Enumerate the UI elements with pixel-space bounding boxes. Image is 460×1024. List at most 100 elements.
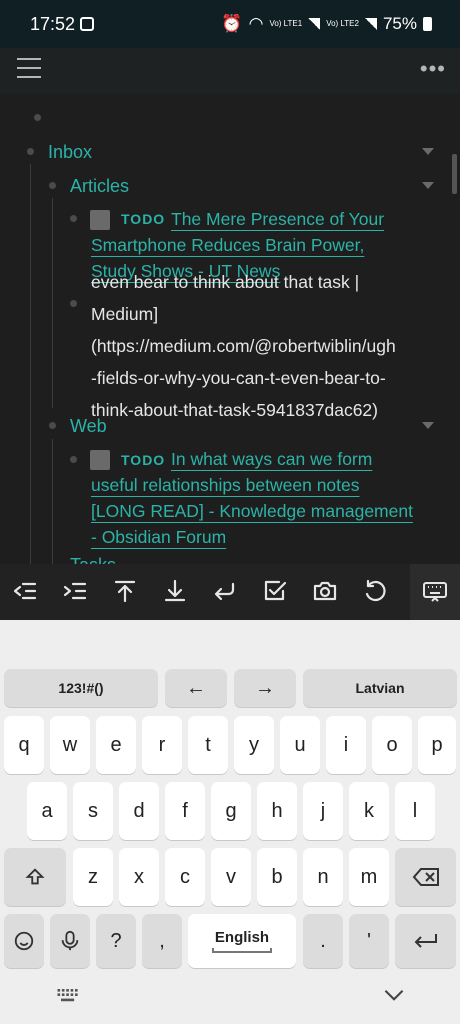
key-w[interactable]: w bbox=[50, 716, 90, 774]
key-g[interactable]: g bbox=[211, 782, 251, 840]
empty-bullet[interactable] bbox=[34, 114, 41, 121]
todo-checkbox[interactable] bbox=[90, 210, 110, 230]
collapse-chevron-icon[interactable] bbox=[422, 182, 434, 189]
keyboard-toggle-button[interactable] bbox=[410, 564, 460, 620]
key-x[interactable]: x bbox=[119, 848, 159, 906]
period-key[interactable]: . bbox=[303, 914, 343, 968]
key-j[interactable]: j bbox=[303, 782, 343, 840]
shift-icon bbox=[25, 868, 45, 885]
editing-bullet[interactable] bbox=[70, 300, 77, 307]
hide-keyboard-chevron-icon[interactable] bbox=[383, 989, 405, 1001]
key-k[interactable]: k bbox=[349, 782, 389, 840]
inbox-bullet[interactable] bbox=[27, 148, 34, 155]
outdent-icon[interactable] bbox=[8, 574, 42, 608]
menu-icon[interactable] bbox=[17, 58, 41, 78]
key-v[interactable]: v bbox=[211, 848, 251, 906]
emoji-icon bbox=[14, 931, 34, 951]
web-link-line[interactable]: useful relationships between notes bbox=[91, 472, 413, 498]
scrollbar[interactable] bbox=[452, 154, 457, 194]
web-link-line[interactable]: - Obsidian Forum bbox=[91, 524, 413, 550]
collapse-chevron-icon[interactable] bbox=[422, 148, 434, 155]
keyboard-switch-icon[interactable] bbox=[57, 989, 79, 1003]
web-todo-bullet[interactable] bbox=[70, 456, 77, 463]
article-link[interactable]: The Mere Presence of Your bbox=[171, 206, 384, 232]
comma-key[interactable]: , bbox=[142, 914, 182, 968]
more-options-icon[interactable]: ••• bbox=[420, 56, 446, 82]
editing-line[interactable]: think-about-that-task-5941837dac62) bbox=[91, 394, 396, 426]
indent-guide bbox=[52, 439, 53, 564]
editing-line[interactable]: even bear to think about that task | bbox=[91, 266, 396, 298]
article-todo-bullet[interactable] bbox=[70, 215, 77, 222]
key-q[interactable]: q bbox=[4, 716, 44, 774]
move-up-icon[interactable] bbox=[108, 574, 142, 608]
undo-icon[interactable] bbox=[358, 574, 392, 608]
web-link-line[interactable]: In what ways can we form bbox=[171, 446, 372, 472]
soft-keyboard: 123!#() ← → Latvian q w e r t y u i o p … bbox=[0, 620, 460, 1024]
key-r[interactable]: r bbox=[142, 716, 182, 774]
key-y[interactable]: y bbox=[234, 716, 274, 774]
indent-icon[interactable] bbox=[58, 574, 92, 608]
key-m[interactable]: m bbox=[349, 848, 389, 906]
key-o[interactable]: o bbox=[372, 716, 412, 774]
backspace-key[interactable] bbox=[395, 848, 456, 906]
tasks-heading[interactable]: Tasks bbox=[70, 555, 116, 564]
key-n[interactable]: n bbox=[303, 848, 343, 906]
move-down-icon[interactable] bbox=[158, 574, 192, 608]
cursor-right-key[interactable]: → bbox=[234, 669, 296, 707]
key-c[interactable]: c bbox=[165, 848, 205, 906]
camera-icon[interactable] bbox=[308, 574, 342, 608]
key-s[interactable]: s bbox=[73, 782, 113, 840]
collapse-chevron-icon[interactable] bbox=[422, 422, 434, 429]
editing-line[interactable]: -fields-or-why-you-can-t-even-bear-to- bbox=[91, 362, 396, 394]
space-bar-icon bbox=[212, 948, 272, 953]
outline-content: Inbox Articles TODO The Mere Presence of… bbox=[0, 94, 460, 564]
inbox-heading[interactable]: Inbox bbox=[48, 142, 92, 163]
language-key[interactable]: Latvian bbox=[303, 669, 457, 707]
key-a[interactable]: a bbox=[27, 782, 67, 840]
article-link-line[interactable]: Smartphone Reduces Brain Power, bbox=[91, 232, 364, 258]
checkbox-icon[interactable] bbox=[258, 574, 292, 608]
symbols-key[interactable]: 123!#() bbox=[4, 669, 158, 707]
todo-label: TODO bbox=[121, 211, 166, 227]
editing-text-block[interactable]: even bear to think about that task | Med… bbox=[91, 272, 396, 426]
editing-line[interactable]: (https://medium.com/@robertwiblin/ugh bbox=[91, 330, 396, 362]
todo-checkbox[interactable] bbox=[90, 450, 110, 470]
key-u[interactable]: u bbox=[280, 716, 320, 774]
enter-key[interactable] bbox=[395, 914, 456, 968]
status-icons: ⏰ ◠ Vo) LTE1 Vo) LTE2 75% bbox=[221, 14, 432, 34]
space-key[interactable]: English bbox=[188, 914, 296, 968]
cursor-left-key[interactable]: ← bbox=[165, 669, 227, 707]
articles-bullet[interactable] bbox=[49, 182, 56, 189]
key-e[interactable]: e bbox=[96, 716, 136, 774]
apostrophe-key[interactable]: ' bbox=[349, 914, 389, 968]
shift-key[interactable] bbox=[4, 848, 66, 906]
web-link-cont[interactable]: useful relationships between notes [LONG… bbox=[91, 472, 413, 550]
key-b[interactable]: b bbox=[257, 848, 297, 906]
key-z[interactable]: z bbox=[73, 848, 113, 906]
key-d[interactable]: d bbox=[119, 782, 159, 840]
key-h[interactable]: h bbox=[257, 782, 297, 840]
emoji-key[interactable] bbox=[4, 914, 44, 968]
articles-heading[interactable]: Articles bbox=[70, 176, 129, 197]
network-lte1: Vo) LTE1 bbox=[269, 19, 303, 28]
key-p[interactable]: p bbox=[418, 716, 456, 774]
system-nav-bar bbox=[0, 975, 460, 1024]
voice-input-key[interactable] bbox=[50, 914, 90, 968]
wifi-icon: ◠ bbox=[248, 14, 264, 33]
key-t[interactable]: t bbox=[188, 716, 228, 774]
editing-line[interactable]: Medium] bbox=[91, 298, 396, 330]
key-f[interactable]: f bbox=[165, 782, 205, 840]
web-link-line[interactable]: [LONG READ] - Knowledge management bbox=[91, 498, 413, 524]
web-bullet[interactable] bbox=[49, 422, 56, 429]
editing-toolbar bbox=[0, 564, 460, 620]
question-key[interactable]: ? bbox=[96, 914, 136, 968]
newline-icon[interactable] bbox=[208, 574, 242, 608]
key-l[interactable]: l bbox=[395, 782, 435, 840]
web-heading[interactable]: Web bbox=[70, 416, 107, 437]
key-i[interactable]: i bbox=[326, 716, 366, 774]
status-bar: 17:52 ⏰ ◠ Vo) LTE1 Vo) LTE2 75% bbox=[0, 0, 460, 48]
space-language-label: English bbox=[214, 929, 270, 946]
article-link-line[interactable]: The Mere Presence of Your bbox=[171, 206, 384, 232]
microphone-icon bbox=[61, 930, 79, 951]
web-link[interactable]: In what ways can we form bbox=[171, 446, 372, 472]
